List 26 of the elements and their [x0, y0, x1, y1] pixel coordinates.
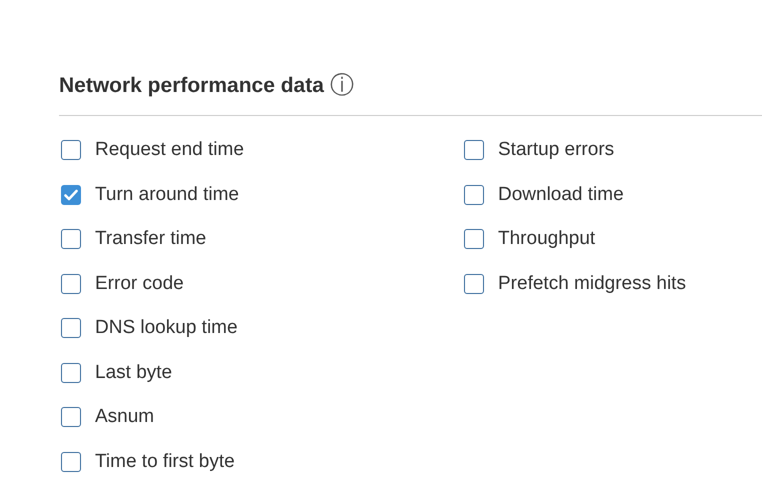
section-title: Network performance data [59, 73, 324, 100]
checkbox-label: Download time [498, 182, 624, 206]
checkbox[interactable] [61, 274, 81, 294]
checkbox-label: Last byte [95, 360, 172, 384]
checkbox-label: DNS lookup time [95, 316, 238, 340]
checkbox[interactable] [61, 229, 81, 250]
checkbox-label: Transfer time [95, 227, 206, 251]
checkbox-label: Request end time [95, 138, 244, 162]
checkbox[interactable] [61, 184, 81, 205]
checkbox[interactable] [464, 229, 484, 250]
checkbox-label: Startup errors [498, 138, 614, 162]
checkbox-label: Turn around time [95, 182, 239, 206]
checkbox[interactable] [61, 140, 81, 160]
checkbox[interactable] [61, 362, 81, 383]
checkbox-label: Throughput [498, 227, 596, 251]
checkbox-label: Time to first byte [95, 450, 235, 474]
checkbox-label: Prefetch midgress hits [498, 272, 686, 296]
checkbox[interactable] [61, 452, 81, 472]
checkbox[interactable] [61, 318, 81, 338]
checkbox[interactable] [464, 184, 484, 205]
checkbox[interactable] [61, 407, 81, 428]
checkbox-label: Error code [95, 272, 184, 296]
info-icon[interactable]: ⓘ [330, 74, 354, 98]
checkbox[interactable] [464, 140, 484, 160]
checkbox-label: Asnum [95, 405, 154, 429]
checkbox[interactable] [464, 274, 484, 294]
